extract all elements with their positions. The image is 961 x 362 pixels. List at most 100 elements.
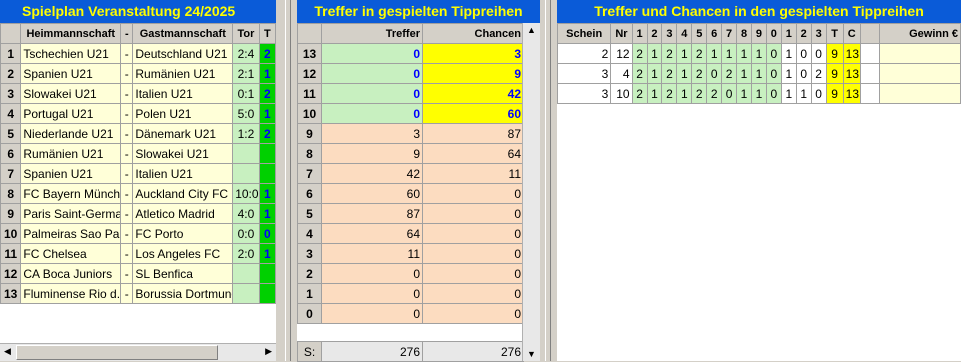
table-row[interactable]: 5 87 0 bbox=[297, 203, 524, 224]
score-cell[interactable] bbox=[232, 263, 260, 284]
table-row[interactable]: 9 3 87 bbox=[297, 123, 524, 144]
tip-result-cell[interactable]: 2 bbox=[258, 83, 277, 104]
table-row[interactable]: 12 0 9 bbox=[297, 63, 524, 84]
home-team[interactable]: FC Chelsea bbox=[20, 243, 122, 264]
splitter-left[interactable] bbox=[285, 0, 291, 361]
home-team[interactable]: Fluminense Rio d... bbox=[20, 283, 122, 304]
tip-result-cell[interactable] bbox=[258, 263, 277, 284]
score-cell[interactable]: 2:0 bbox=[232, 243, 260, 264]
tip-result-cell[interactable]: 1 bbox=[258, 203, 277, 224]
column-header[interactable]: 2 bbox=[795, 23, 812, 44]
score-cell[interactable]: 2:4 bbox=[232, 43, 260, 64]
column-header[interactable]: 9 bbox=[750, 23, 767, 44]
tip-result-cell[interactable]: 2 bbox=[258, 123, 277, 144]
header-chancen[interactable]: Chancen bbox=[422, 23, 524, 44]
home-team[interactable]: Spanien U21 bbox=[20, 63, 122, 84]
table-row[interactable]: 000 bbox=[297, 303, 524, 324]
column-header[interactable]: 1 bbox=[780, 23, 797, 44]
horizontal-scrollbar[interactable]: ◀ ▶ bbox=[0, 343, 276, 361]
away-team[interactable]: Auckland City FC bbox=[132, 183, 234, 204]
table-row[interactable]: 12 CA Boca Juniors - SL Benfica bbox=[0, 263, 277, 284]
column-header[interactable]: 6 bbox=[706, 23, 723, 44]
tip-result-cell[interactable] bbox=[258, 163, 277, 184]
table-row[interactable]: 11 0 42 bbox=[297, 83, 524, 104]
tip-result-cell[interactable]: 1 bbox=[258, 103, 277, 124]
header-t[interactable]: T bbox=[258, 23, 277, 44]
score-cell[interactable]: 4:0 bbox=[232, 203, 260, 224]
column-header[interactable]: 0 bbox=[765, 23, 782, 44]
away-team[interactable]: SL Benfica bbox=[132, 263, 234, 284]
table-row[interactable]: 11 FC Chelsea - Los Angeles FC 2:0 1 bbox=[0, 243, 277, 264]
column-header[interactable]: 8 bbox=[736, 23, 752, 44]
tip-result-cell[interactable]: 2 bbox=[258, 43, 277, 64]
tip-result-cell[interactable]: 1 bbox=[258, 63, 277, 84]
column-header[interactable]: Schein bbox=[556, 23, 612, 44]
column-header[interactable]: 4 bbox=[676, 23, 693, 44]
table-row[interactable]: 3 4 2 1 2 1 2 0 2 1 1 0 1 0 2 9 13 bbox=[556, 63, 961, 84]
table-row[interactable]: 100 bbox=[297, 283, 524, 304]
tip-result-cell[interactable]: 1 bbox=[258, 243, 277, 264]
table-row[interactable]: 7 42 11 bbox=[297, 163, 524, 184]
table-row[interactable]: 6 Rumänien U21- Slowakei U21 bbox=[0, 143, 277, 164]
table-row[interactable]: 8 FC Bayern Münch... - Auckland City FC 10:0… bbox=[0, 183, 277, 204]
column-header[interactable]: 3 bbox=[810, 23, 827, 44]
away-team[interactable]: Rumänien U21 bbox=[132, 63, 234, 84]
away-team[interactable]: Atletico Madrid bbox=[132, 203, 234, 224]
score-cell[interactable] bbox=[232, 283, 260, 304]
table-row[interactable]: 4 64 0 bbox=[297, 223, 524, 244]
header-home[interactable]: Heimmannschaft bbox=[20, 23, 122, 44]
home-team[interactable]: CA Boca Juniors bbox=[20, 263, 122, 284]
table-row[interactable]: 3 11 0 bbox=[297, 243, 524, 264]
table-row[interactable]: 10 0 60 bbox=[297, 103, 524, 124]
away-team[interactable]: FC Porto bbox=[132, 223, 234, 244]
score-cell[interactable]: 1:2 bbox=[232, 123, 260, 144]
score-cell[interactable]: 5:0 bbox=[232, 103, 260, 124]
tip-result-cell[interactable] bbox=[258, 283, 277, 304]
home-team[interactable]: Tschechien U21 bbox=[20, 43, 122, 64]
away-team[interactable]: Slowakei U21 bbox=[132, 143, 234, 164]
column-header[interactable]: 5 bbox=[691, 23, 708, 44]
header-goals[interactable]: Tor bbox=[232, 23, 260, 44]
scroll-left-icon[interactable]: ◀ bbox=[4, 346, 11, 357]
column-header[interactable]: 1 bbox=[631, 23, 648, 44]
away-team[interactable]: Dänemark U21 bbox=[132, 123, 234, 144]
column-header[interactable]: 3 bbox=[661, 23, 678, 44]
table-row[interactable]: 10 Palmeiras Sao Pa... - FC Porto 0:0 0 bbox=[0, 223, 277, 244]
home-team[interactable]: FC Bayern Münch... bbox=[20, 183, 122, 204]
score-cell[interactable]: 0:0 bbox=[232, 223, 260, 244]
away-team[interactable]: Borussia Dortmund bbox=[132, 283, 234, 304]
column-header[interactable]: Nr bbox=[610, 23, 633, 44]
away-team[interactable]: Italien U21 bbox=[132, 83, 234, 104]
home-team[interactable]: Paris Saint-Germain bbox=[20, 203, 122, 224]
score-cell[interactable] bbox=[232, 163, 260, 184]
vertical-scrollbar[interactable]: ▲ ▼ bbox=[522, 23, 540, 361]
table-row[interactable]: 8 9 64 bbox=[297, 143, 524, 164]
home-team[interactable]: Rumänien U21 bbox=[20, 143, 122, 164]
table-row[interactable]: 9 Paris Saint-Germain - Atletico Madrid 4:0 1 bbox=[0, 203, 277, 224]
home-team[interactable]: Slowakei U21 bbox=[20, 83, 122, 104]
table-row[interactable]: 13 Fluminense Rio d... - Borussia Dortmund bbox=[0, 283, 277, 304]
score-cell[interactable] bbox=[232, 143, 260, 164]
table-row[interactable]: 2 12 2 1 2 1 2 1 1 1 1 0 1 0 0 9 13 bbox=[556, 43, 961, 64]
table-row[interactable]: 6 60 0 bbox=[297, 183, 524, 204]
table-row[interactable]: 200 bbox=[297, 263, 524, 284]
header-away[interactable]: Gastmannschaft bbox=[132, 23, 234, 44]
tip-result-cell[interactable] bbox=[258, 143, 277, 164]
table-row[interactable]: 2 Spanien U21- Rumänien U21 2:1 1 bbox=[0, 63, 277, 84]
away-team[interactable]: Los Angeles FC bbox=[132, 243, 234, 264]
away-team[interactable]: Italien U21 bbox=[132, 163, 234, 184]
table-row[interactable]: 13 0 3 bbox=[297, 43, 524, 64]
table-row[interactable]: 1 Tschechien U21- Deutschland U21 2:4 2 bbox=[0, 43, 277, 64]
home-team[interactable]: Niederlande U21 bbox=[20, 123, 122, 144]
column-header[interactable]: 7 bbox=[721, 23, 738, 44]
column-header[interactable]: Gewinn € bbox=[878, 23, 961, 44]
tip-result-cell[interactable]: 1 bbox=[258, 183, 277, 204]
away-team[interactable]: Polen U21 bbox=[132, 103, 234, 124]
column-header[interactable]: T bbox=[825, 23, 844, 44]
home-team[interactable]: Portugal U21 bbox=[20, 103, 122, 124]
score-cell[interactable]: 0:1 bbox=[232, 83, 260, 104]
splitter-right[interactable] bbox=[545, 0, 551, 361]
away-team[interactable]: Deutschland U21 bbox=[132, 43, 234, 64]
column-header[interactable]: C bbox=[842, 23, 861, 44]
scroll-up-icon[interactable]: ▲ bbox=[527, 25, 536, 35]
